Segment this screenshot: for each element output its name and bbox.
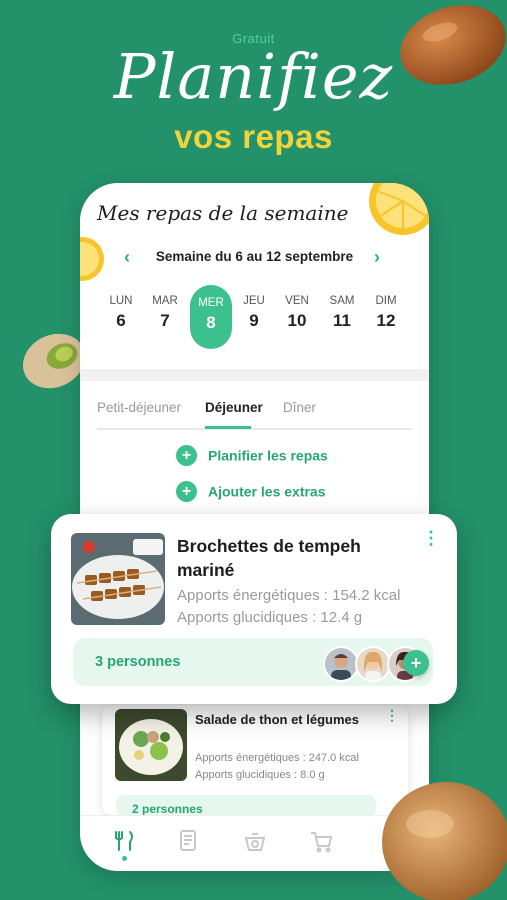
meal-tabs: Petit-déjeuner Déjeuner Dîner: [97, 396, 412, 430]
featured-meal-card[interactable]: Brochettes de tempeh mariné Apports éner…: [51, 514, 457, 704]
tab-breakfast[interactable]: Petit-déjeuner: [97, 400, 181, 415]
active-nav-indicator: [122, 856, 127, 861]
add-extras-button[interactable]: + Ajouter les extras: [176, 481, 326, 502]
almond-decoration-icon: [400, 5, 506, 85]
day-wednesday-selected[interactable]: MER 8: [190, 285, 232, 349]
scale-icon[interactable]: [240, 826, 270, 856]
meal-carbs: Apports glucidiques : 12.4 g: [177, 609, 363, 626]
meal-title: Brochettes de tempeh mariné: [177, 536, 361, 580]
screen-title: Mes repas de la semaine: [97, 201, 349, 225]
pistachio-decoration-icon: [22, 333, 86, 389]
persons-bar[interactable]: 3 personnes +: [73, 638, 433, 686]
meal-card-salad[interactable]: Salade de thon et légumes Apports énergé…: [102, 705, 408, 817]
meal-energy: Apports énergétiques : 154.2 kcal: [177, 587, 401, 604]
recipes-icon[interactable]: [173, 826, 203, 856]
almond-decoration-icon: [382, 782, 507, 900]
plus-icon: +: [176, 481, 197, 502]
meal-title: Salade de thon et légumes: [195, 712, 359, 727]
day-monday[interactable]: LUN 6: [101, 295, 141, 331]
day-sunday[interactable]: DIM 12: [366, 295, 406, 331]
meals-icon[interactable]: [110, 826, 140, 856]
week-selector: ‹ Semaine du 6 au 12 septembre ›: [80, 245, 429, 271]
avatar: [323, 646, 359, 682]
more-options-icon[interactable]: ⋮: [385, 707, 399, 724]
tab-lunch[interactable]: Déjeuner: [205, 400, 263, 415]
day-saturday[interactable]: SAM 11: [322, 295, 362, 331]
persons-count: 3 personnes: [95, 654, 181, 670]
promo-subheadline: vos repas: [174, 118, 333, 155]
day-friday[interactable]: VEN 10: [277, 295, 317, 331]
persons-count: 2 personnes: [132, 802, 203, 816]
meal-carbs: Apports glucidiques : 8.0 g: [195, 769, 325, 781]
lemon-decoration-icon: [369, 183, 429, 235]
cart-icon[interactable]: [306, 826, 336, 856]
meal-energy: Apports énergétiques : 247.0 kcal: [195, 752, 359, 764]
section-divider: [80, 369, 429, 381]
active-tab-indicator: [205, 426, 251, 429]
tab-dinner[interactable]: Dîner: [283, 400, 316, 415]
add-person-button[interactable]: +: [403, 650, 429, 676]
salad-photo: [115, 709, 187, 781]
plan-meals-button[interactable]: + Planifier les repas: [176, 445, 328, 466]
day-tuesday[interactable]: MAR 7: [145, 295, 185, 331]
day-thursday[interactable]: JEU 9: [234, 295, 274, 331]
avatar: [355, 646, 391, 682]
tempeh-skewers-photo: [71, 533, 165, 625]
more-options-icon[interactable]: ⋮: [422, 528, 440, 549]
next-week-chevron-icon[interactable]: ›: [374, 247, 380, 268]
plus-icon: +: [176, 445, 197, 466]
